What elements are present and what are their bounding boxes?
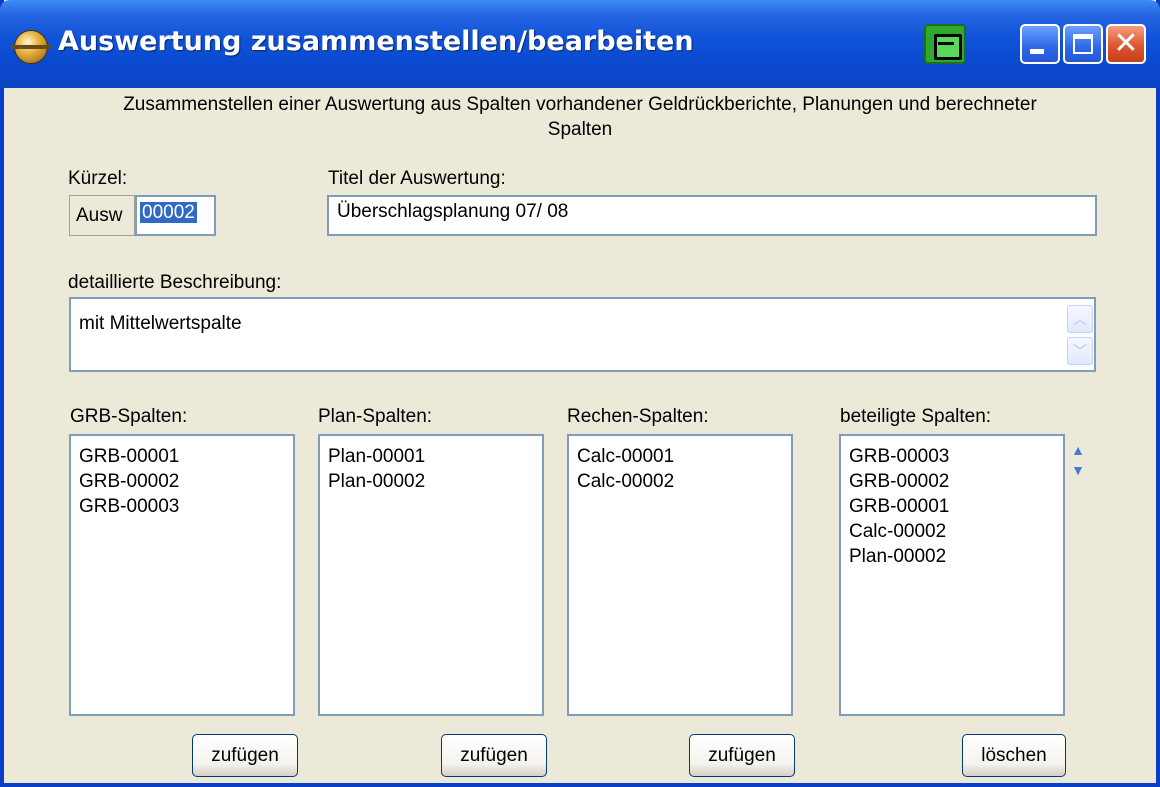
beschreibung-value: mit Mittelwertspalte — [79, 313, 242, 334]
close-icon: ✕ — [1113, 26, 1139, 61]
beteiligt-list[interactable]: GRB-00003 GRB-00002 GRB-00001 Calc-00002… — [839, 434, 1065, 716]
close-button[interactable]: ✕ — [1106, 24, 1146, 64]
print-button[interactable] — [924, 24, 966, 64]
list-item[interactable]: GRB-00002 — [849, 469, 1055, 494]
list-item[interactable]: Calc-00002 — [577, 469, 783, 494]
minimize-button[interactable] — [1020, 24, 1060, 64]
rechen-add-button[interactable]: zufügen — [689, 734, 795, 777]
list-item[interactable]: Plan-00002 — [849, 544, 1055, 569]
rechen-label: Rechen-Spalten: — [567, 406, 709, 427]
grb-add-button[interactable]: zufügen — [192, 734, 298, 777]
title-bar[interactable]: Auswertung zusammenstellen/bearbeiten ✕ — [0, 0, 1160, 88]
scroll-down-button[interactable]: ﹀ — [1067, 337, 1093, 365]
maximize-button[interactable] — [1063, 24, 1103, 64]
order-spinner[interactable]: ▲ ▼ — [1066, 440, 1090, 482]
kuerzel-prefix: Ausw — [69, 195, 135, 236]
beschreibung-textarea[interactable]: mit Mittelwertspalte ︿ ﹀ — [69, 297, 1096, 372]
list-item[interactable]: GRB-00001 — [849, 494, 1055, 519]
list-item[interactable]: Calc-00001 — [577, 444, 783, 469]
grb-label: GRB-Spalten: — [70, 406, 188, 427]
chevron-up-icon: ︿ — [1073, 311, 1087, 327]
list-item[interactable]: Calc-00002 — [849, 519, 1055, 544]
list-item[interactable]: GRB-00003 — [849, 444, 1055, 469]
list-item[interactable]: Plan-00002 — [328, 469, 534, 494]
plan-label: Plan-Spalten: — [318, 406, 433, 427]
kuerzel-value: 00002 — [140, 202, 197, 223]
plan-list[interactable]: Plan-00001 Plan-00002 — [318, 434, 544, 716]
list-item[interactable]: Plan-00001 — [328, 444, 534, 469]
minimize-icon — [1030, 49, 1044, 54]
maximize-icon — [1073, 34, 1093, 54]
intro-text: Zusammenstellen einer Auswertung aus Spa… — [123, 94, 1037, 140]
beteiligt-label: beteiligte Spalten: — [840, 406, 992, 427]
move-up-icon[interactable]: ▲ — [1066, 440, 1090, 460]
delete-button[interactable]: löschen — [962, 734, 1066, 777]
chevron-down-icon: ﹀ — [1073, 343, 1087, 359]
titel-input[interactable]: Überschlagsplanung 07/ 08 — [327, 195, 1097, 236]
window-title: Auswertung zusammenstellen/bearbeiten — [58, 26, 694, 57]
titel-label: Titel der Auswertung: — [328, 168, 506, 189]
list-item[interactable]: GRB-00003 — [79, 494, 285, 519]
rechen-list[interactable]: Calc-00001 Calc-00002 — [567, 434, 793, 716]
list-item[interactable]: GRB-00002 — [79, 469, 285, 494]
grb-list[interactable]: GRB-00001 GRB-00002 GRB-00003 — [69, 434, 295, 716]
globe-icon — [11, 30, 51, 64]
scroll-up-button[interactable]: ︿ — [1067, 305, 1093, 333]
kuerzel-input[interactable]: 00002 — [135, 195, 216, 236]
kuerzel-label: Kürzel: — [68, 168, 128, 189]
plan-add-button[interactable]: zufügen — [441, 734, 547, 777]
printer-icon — [934, 34, 962, 60]
move-down-icon[interactable]: ▼ — [1066, 460, 1090, 480]
beschreibung-label: detaillierte Beschreibung: — [68, 272, 282, 293]
list-item[interactable]: GRB-00001 — [79, 444, 285, 469]
